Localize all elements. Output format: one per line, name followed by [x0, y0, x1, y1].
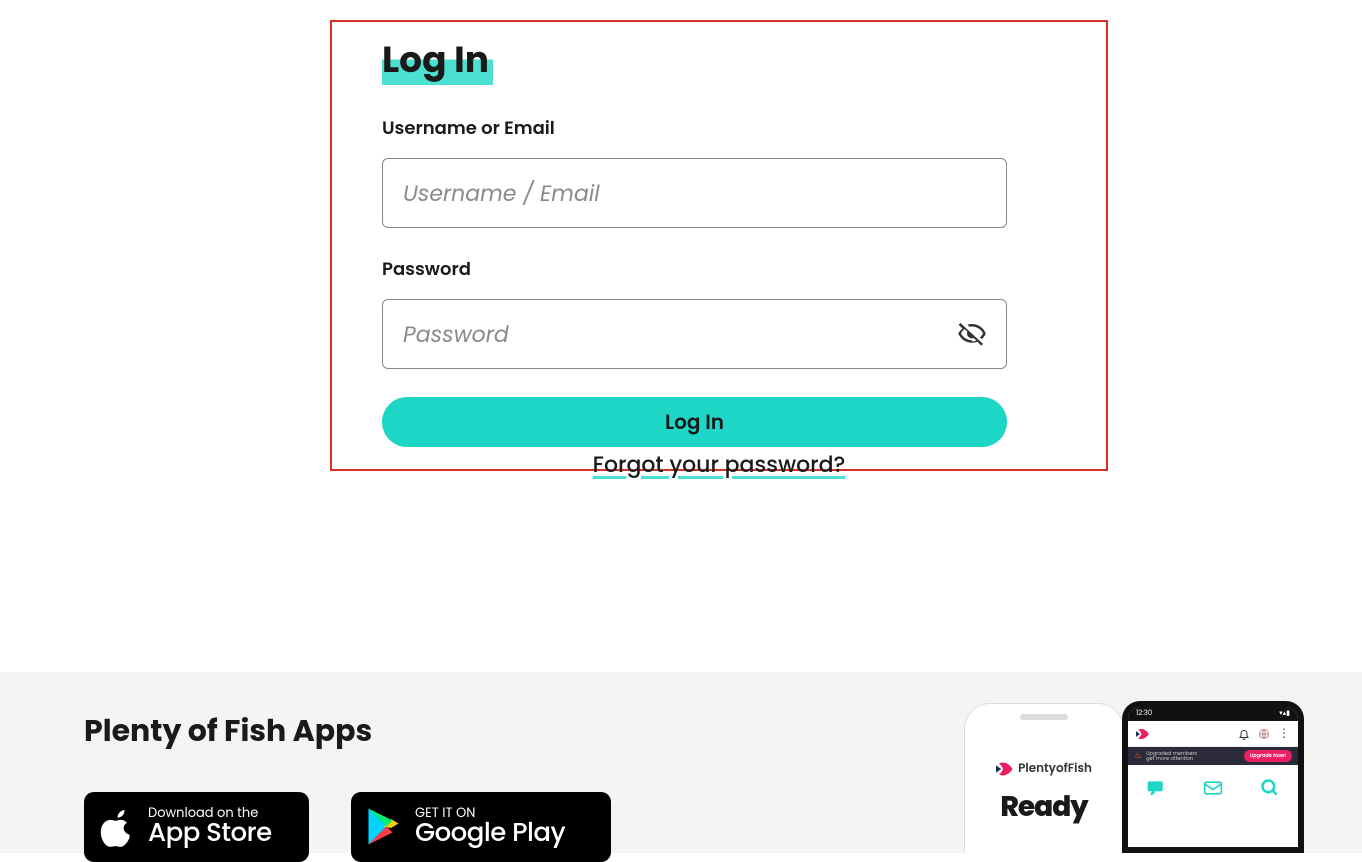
- appstore-large-text: App Store: [148, 819, 272, 848]
- google-play-icon: [367, 807, 403, 847]
- mail-icon: [1203, 778, 1223, 798]
- signal-icons: ▾▴▮: [1279, 709, 1290, 719]
- google-play-badge[interactable]: GET IT ON Google Play: [351, 792, 611, 862]
- toggle-password-visibility-icon[interactable]: [957, 319, 987, 349]
- password-label: Password: [382, 256, 1056, 283]
- search-icon: [1260, 778, 1280, 798]
- phone-mockup-ios: PlentyofFish Ready: [964, 703, 1124, 853]
- forgot-password-link[interactable]: Forgot your password?: [593, 449, 846, 480]
- google-play-text: GET IT ON Google Play: [415, 806, 565, 848]
- username-field-group: Username or Email: [382, 115, 1056, 228]
- username-input[interactable]: [382, 158, 1007, 228]
- pof-logo-row: PlentyofFish: [965, 760, 1123, 778]
- android-screen: 12:30 ▾▴▮ ⋮ ♨ Upgraded members get mor: [1128, 707, 1298, 847]
- upgrade-button: Upgrade Now!: [1244, 750, 1292, 762]
- phone-notch: [1020, 714, 1068, 720]
- username-label: Username or Email: [382, 115, 1056, 142]
- phone-mockups: PlentyofFish Ready 12:30 ▾▴▮ ⋮: [964, 693, 1304, 853]
- android-status-bar: 12:30 ▾▴▮: [1128, 707, 1298, 721]
- login-button[interactable]: Log In: [382, 397, 1007, 447]
- apple-icon: [100, 807, 136, 847]
- fish-icon: [996, 762, 1014, 776]
- apps-section: Plenty of Fish Apps Download on the App …: [0, 672, 1362, 853]
- pof-brand-text: PlentyofFish: [1018, 760, 1092, 778]
- chat-icon: [1146, 778, 1166, 798]
- flame-icon: ♨: [1134, 750, 1142, 763]
- password-wrapper: [382, 299, 1007, 369]
- android-app-header: ⋮: [1128, 721, 1298, 747]
- googleplay-large-text: Google Play: [415, 819, 565, 848]
- upgrade-banner: ♨ Upgraded members get more attention Up…: [1128, 747, 1298, 765]
- menu-dots-icon: ⋮: [1278, 725, 1290, 743]
- globe-icon: [1258, 728, 1270, 740]
- fish-icon: [1136, 728, 1150, 740]
- forgot-password-wrap: Forgot your password?: [330, 448, 1108, 481]
- password-input[interactable]: [382, 299, 1007, 369]
- app-store-badge[interactable]: Download on the App Store: [84, 792, 309, 862]
- android-time: 12:30: [1136, 709, 1152, 719]
- nav-icons-row: [1128, 773, 1298, 803]
- header-icons: ⋮: [1238, 725, 1290, 743]
- login-title: Log In: [382, 34, 493, 85]
- bell-icon: [1238, 728, 1250, 740]
- banner-text-wrap: Upgraded members get more attention: [1142, 751, 1244, 761]
- app-store-text: Download on the App Store: [148, 806, 272, 848]
- password-field-group: Password: [382, 256, 1056, 369]
- login-form-container: Log In Username or Email Password Log In: [330, 20, 1108, 471]
- ready-text: Ready: [965, 786, 1123, 828]
- phone-mockup-android: 12:30 ▾▴▮ ⋮ ♨ Upgraded members get mor: [1122, 701, 1304, 853]
